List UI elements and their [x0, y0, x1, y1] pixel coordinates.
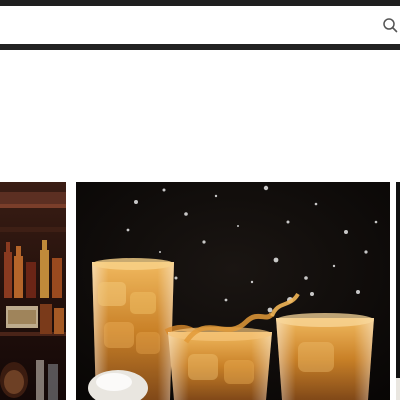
- image-carousel[interactable]: [0, 182, 400, 400]
- search-button[interactable]: [378, 15, 400, 37]
- page: [0, 0, 400, 400]
- carousel-slide-next[interactable]: [396, 182, 400, 400]
- next-slide-photo: [396, 182, 400, 400]
- whiskey-glasses-splash-photo: [76, 182, 390, 400]
- search-input[interactable]: [0, 6, 370, 44]
- search-icon: [378, 18, 400, 40]
- bar-shelf-bottles-photo: [0, 182, 66, 400]
- search-bar: [0, 6, 400, 50]
- carousel-slide-active[interactable]: [76, 182, 390, 400]
- carousel-slide-previous[interactable]: [0, 182, 66, 400]
